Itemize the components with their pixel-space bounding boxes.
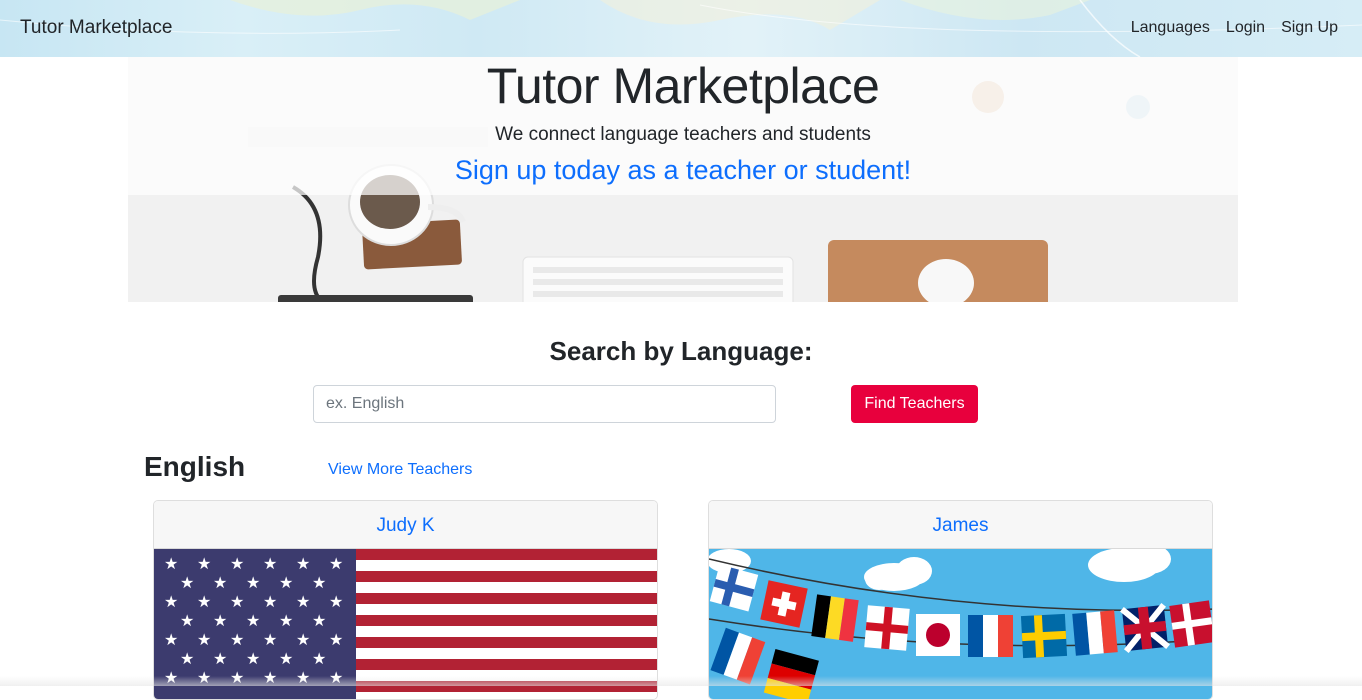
svg-text:★: ★: [197, 592, 211, 611]
teacher-card-header: Judy K: [154, 501, 657, 549]
svg-text:★: ★: [213, 611, 227, 630]
teacher-card: Judy K ★ ★ ★ ★ ★ ★ ★ ★ ★ ★ ★ ★ ★ ★ ★ ★ ★ ★ ★ ★ ★ ★ ★ ★ ★ ★ ★ ★ …: [153, 500, 658, 700]
search-heading: Search by Language:: [549, 336, 813, 366]
signup-cta-link[interactable]: Sign up today as a teacher or student!: [128, 155, 1238, 186]
svg-text:★: ★: [279, 649, 293, 668]
bottom-shadow: [0, 676, 1362, 686]
svg-text:★: ★: [246, 573, 260, 592]
svg-text:★: ★: [279, 573, 293, 592]
svg-text:★: ★: [279, 611, 293, 630]
svg-text:★: ★: [312, 611, 326, 630]
svg-text:★: ★: [197, 554, 211, 573]
find-teachers-button[interactable]: Find Teachers: [851, 385, 978, 423]
svg-text:★: ★: [246, 649, 260, 668]
svg-text:★: ★: [230, 630, 244, 649]
language-section-title: English: [144, 451, 246, 482]
svg-text:★: ★: [180, 649, 194, 668]
teacher-card-header: James: [709, 501, 1212, 549]
svg-text:★: ★: [230, 592, 244, 611]
svg-text:★: ★: [230, 554, 244, 573]
svg-text:★: ★: [213, 573, 227, 592]
svg-text:★: ★: [164, 630, 178, 649]
svg-text:★: ★: [329, 554, 343, 573]
svg-text:★: ★: [164, 554, 178, 573]
svg-text:★: ★: [263, 554, 277, 573]
hero-subtitle: We connect language teachers and student…: [495, 124, 871, 145]
svg-text:★: ★: [246, 611, 260, 630]
nav-signup-link[interactable]: Sign Up: [1281, 19, 1338, 37]
svg-text:★: ★: [296, 630, 310, 649]
svg-text:★: ★: [296, 592, 310, 611]
svg-text:★: ★: [197, 630, 211, 649]
teacher-name-link[interactable]: James: [933, 515, 989, 536]
hero-title: Tutor Marketplace: [486, 58, 880, 114]
svg-text:★: ★: [263, 630, 277, 649]
svg-text:★: ★: [312, 649, 326, 668]
svg-text:★: ★: [180, 611, 194, 630]
svg-text:★: ★: [296, 554, 310, 573]
nav-languages-link[interactable]: Languages: [1131, 19, 1210, 37]
svg-text:★: ★: [164, 592, 178, 611]
svg-text:★: ★: [180, 573, 194, 592]
svg-text:★: ★: [329, 592, 343, 611]
teacher-card: James: [708, 500, 1213, 700]
language-search-input[interactable]: [313, 385, 776, 423]
brand-link[interactable]: Tutor Marketplace: [20, 17, 172, 39]
svg-text:★: ★: [263, 592, 277, 611]
hero-banner: Tutor Marketplace We connect language te…: [128, 57, 1238, 302]
navbar: Tutor Marketplace Languages Login Sign U…: [0, 0, 1362, 57]
nav-links: Languages Login Sign Up: [1131, 19, 1338, 37]
svg-text:★: ★: [213, 649, 227, 668]
view-more-teachers-link[interactable]: View More Teachers: [328, 461, 472, 479]
svg-text:★: ★: [312, 573, 326, 592]
nav-login-link[interactable]: Login: [1226, 19, 1265, 37]
teacher-name-link[interactable]: Judy K: [376, 515, 434, 536]
svg-text:★: ★: [329, 630, 343, 649]
